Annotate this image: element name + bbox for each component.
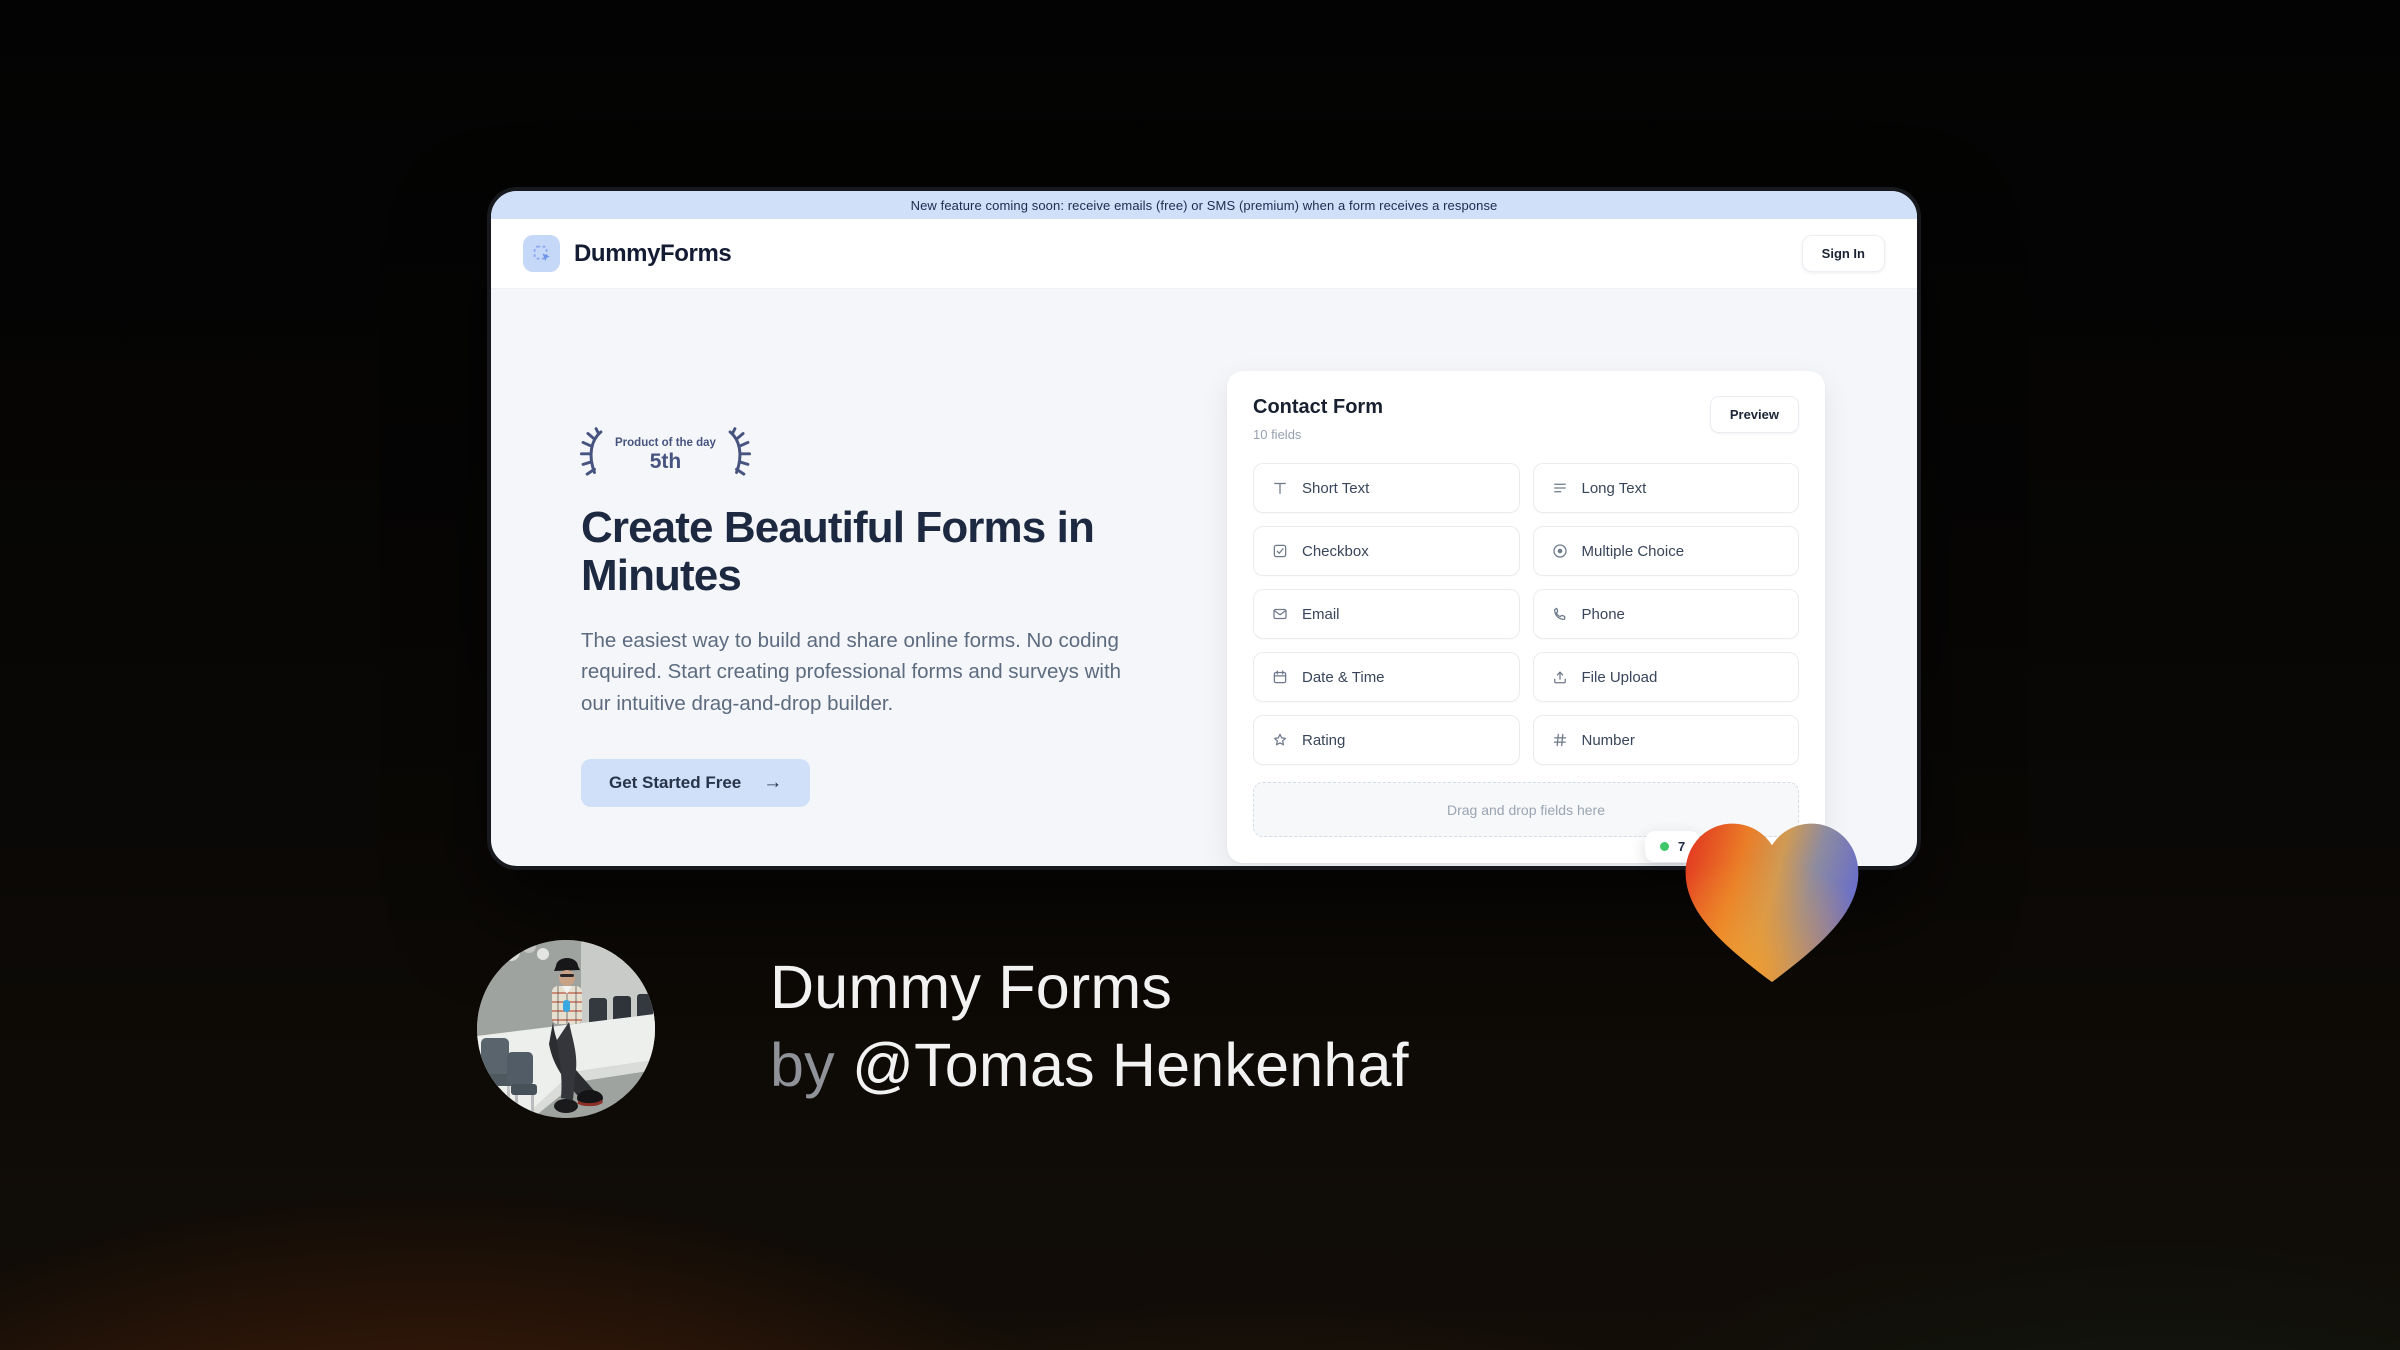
form-title: Contact Form — [1253, 396, 1383, 418]
promo-canvas: New feature coming soon: receive emails … — [0, 0, 2400, 1350]
upload-icon — [1551, 668, 1569, 686]
field-label: Multiple Choice — [1581, 542, 1685, 560]
caption-line1: Dummy Forms — [770, 953, 1173, 1021]
site-header: DummyForms Sign In — [491, 219, 1917, 289]
announcement-text: New feature coming soon: receive emails … — [910, 197, 1498, 213]
preview-button[interactable]: Preview — [1709, 396, 1799, 433]
field-checkbox[interactable]: Checkbox — [1253, 526, 1520, 576]
short-text-icon — [1271, 479, 1289, 497]
caption-by: by — [770, 1031, 835, 1099]
field-multiple-choice[interactable]: Multiple Choice — [1532, 526, 1799, 576]
hero-description: The easiest way to build and share onlin… — [581, 628, 1122, 715]
page-title: Create Beautiful Forms in Minutes — [581, 503, 1095, 600]
phone-icon — [1551, 605, 1569, 623]
brand-name: DummyForms — [574, 239, 732, 267]
field-label: Checkbox — [1302, 542, 1369, 560]
field-label: Phone — [1581, 605, 1625, 623]
hero-section: Product of the day 5th Create Beautiful … — [579, 427, 1161, 807]
browser-window: New feature coming soon: receive emails … — [487, 187, 1921, 870]
sign-in-button[interactable]: Sign In — [1801, 235, 1885, 272]
calendar-icon — [1271, 668, 1289, 686]
laurel-left-icon — [579, 427, 605, 484]
field-label: Email — [1302, 605, 1340, 623]
get-started-button[interactable]: Get Started Free → — [581, 758, 811, 807]
star-icon — [1271, 731, 1289, 749]
field-label: Number — [1581, 731, 1635, 749]
hash-icon — [1551, 731, 1569, 749]
green-status-dot-icon — [1660, 842, 1669, 851]
field-label: Long Text — [1581, 479, 1647, 497]
field-short-text[interactable]: Short Text — [1253, 463, 1520, 513]
long-text-icon — [1551, 479, 1569, 497]
field-count: 10 fields — [1253, 427, 1302, 442]
field-label: Short Text — [1302, 479, 1370, 497]
caption-line2: by @Tomas Henkenhaf — [770, 1026, 1409, 1104]
caption: Dummy Forms by @Tomas Henkenhaf — [770, 948, 1409, 1104]
award-label: Product of the day — [615, 437, 716, 449]
award-text: Product of the day 5th — [615, 437, 716, 474]
product-of-the-day-badge: Product of the day 5th — [579, 427, 751, 484]
field-label: Date & Time — [1302, 668, 1385, 686]
checkbox-icon — [1271, 542, 1289, 560]
field-rating[interactable]: Rating — [1253, 715, 1520, 765]
field-label: File Upload — [1581, 668, 1658, 686]
field-long-text[interactable]: Long Text — [1532, 463, 1799, 513]
cta-label: Get Started Free — [609, 772, 742, 792]
dashed-select-cursor-icon — [523, 235, 560, 272]
award-rank: 5th — [649, 450, 682, 473]
laurel-right-icon — [726, 427, 752, 484]
email-icon — [1271, 605, 1289, 623]
field-email[interactable]: Email — [1253, 589, 1520, 639]
radio-icon — [1551, 542, 1569, 560]
field-file-upload[interactable]: File Upload — [1532, 652, 1799, 702]
drop-zone-text: Drag and drop fields here — [1447, 801, 1605, 818]
brand-logo[interactable]: DummyForms — [523, 235, 732, 272]
heart-gradient-icon — [1676, 812, 1868, 990]
arrow-right-icon: → — [763, 771, 783, 793]
field-grid: Short Text Long Text Checkbox Multiple Choi… — [1253, 463, 1799, 765]
maker-avatar — [477, 940, 655, 1118]
field-date-time[interactable]: Date & Time — [1253, 652, 1520, 702]
caption-author: @Tomas Henkenhaf — [851, 1031, 1409, 1099]
announcement-banner: New feature coming soon: receive emails … — [491, 191, 1917, 219]
form-builder-card: Contact Form 10 fields Preview Short Tex… — [1227, 371, 1825, 863]
field-phone[interactable]: Phone — [1532, 589, 1799, 639]
field-label: Rating — [1302, 731, 1346, 749]
field-number[interactable]: Number — [1532, 715, 1799, 765]
card-header: Contact Form 10 fields Preview — [1253, 396, 1799, 442]
